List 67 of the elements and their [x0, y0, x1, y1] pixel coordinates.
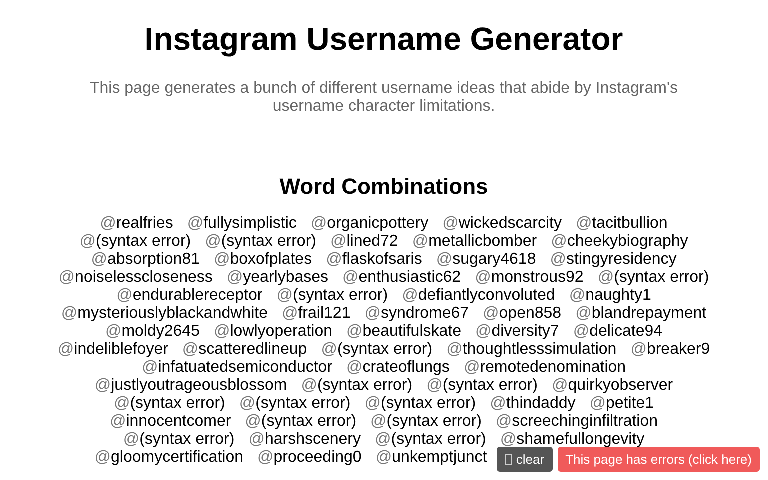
username: @stingyresidency — [550, 251, 677, 269]
username: @quirkyobserver — [552, 377, 674, 395]
username: @(syntax error) — [426, 377, 538, 395]
username: @naughty1 — [569, 287, 652, 305]
username: @shamefullongevity — [500, 431, 645, 449]
username: @justlyoutrageousblossom — [94, 377, 288, 395]
username: @unkemptjunct — [376, 449, 488, 467]
username: @wickedscarcity — [442, 215, 562, 233]
username: @harshscenery — [248, 431, 361, 449]
username: @moldy2645 — [105, 323, 200, 341]
username: @thindaddy — [490, 395, 576, 413]
username: @crateoflungs — [346, 359, 450, 377]
username: @syndrome67 — [364, 305, 470, 323]
username: @fullysimplistic — [187, 215, 297, 233]
box-icon — [505, 454, 512, 465]
clear-button[interactable]: clear — [497, 447, 553, 472]
username: @beautifulskate — [346, 323, 462, 341]
username: @noiselesscloseness — [58, 269, 213, 287]
username: @(syntax error) — [370, 413, 482, 431]
username: @thoughtlesssimulation — [446, 341, 617, 359]
section-title: Word Combinations — [278, 173, 490, 201]
username: @diversity7 — [476, 323, 560, 341]
username: @organicpottery — [310, 215, 429, 233]
username: @realfries — [100, 215, 174, 233]
username: @innocentcomer — [110, 413, 232, 431]
username: @(syntax error) — [80, 233, 192, 251]
username: @lowlyoperation — [214, 323, 333, 341]
username: @scatteredlineup — [182, 341, 308, 359]
username: @(syntax error) — [123, 431, 235, 449]
username: @petite1 — [590, 395, 654, 413]
username: @frail121 — [282, 305, 351, 323]
username: @remotedenomination — [464, 359, 626, 377]
username: @blandrepayment — [576, 305, 707, 323]
username: @infatuatedsemiconductor — [142, 359, 333, 377]
page-description: This page generates a bunch of different username ideas that abide by Instagram's username character limitations. — [88, 80, 679, 116]
username: @flaskofsaris — [326, 251, 422, 269]
username: @(syntax error) — [374, 431, 486, 449]
username: @cheekybiography — [551, 233, 688, 251]
username: @metallicbomber — [412, 233, 538, 251]
username: @sugary4618 — [436, 251, 536, 269]
username: @gloomycertification — [94, 449, 244, 467]
username: @tacitbullion — [576, 215, 668, 233]
username: @(syntax error) — [114, 395, 226, 413]
username: @mysteriouslyblackandwhite — [61, 305, 268, 323]
username: @indeliblefoyer — [58, 341, 168, 359]
username: @breaker9 — [630, 341, 710, 359]
username: @(syntax error) — [364, 395, 476, 413]
username: @(syntax error) — [598, 269, 710, 287]
username: @endurablereceptor — [116, 287, 263, 305]
username: @monstrous92 — [475, 269, 584, 287]
username: @proceeding0 — [258, 449, 362, 467]
username: @(syntax error) — [245, 413, 357, 431]
username: @(syntax error) — [321, 341, 433, 359]
username: @(syntax error) — [239, 395, 351, 413]
page-title: Instagram Username Generator — [144, 20, 624, 58]
username: @absorption81 — [91, 251, 200, 269]
username: @delicate94 — [573, 323, 663, 341]
username: @boxofplates — [214, 251, 312, 269]
username: @open858 — [483, 305, 562, 323]
username: @lined72 — [330, 233, 398, 251]
username: @(syntax error) — [205, 233, 316, 251]
username: @enthusiastic62 — [342, 269, 462, 287]
username: @(syntax error) — [276, 287, 388, 305]
username: @yearlybases — [226, 269, 329, 287]
username: @(syntax error) — [301, 377, 413, 395]
username: @defiantlyconvoluted — [402, 287, 556, 305]
username: @screechinginfiltration — [496, 413, 658, 431]
